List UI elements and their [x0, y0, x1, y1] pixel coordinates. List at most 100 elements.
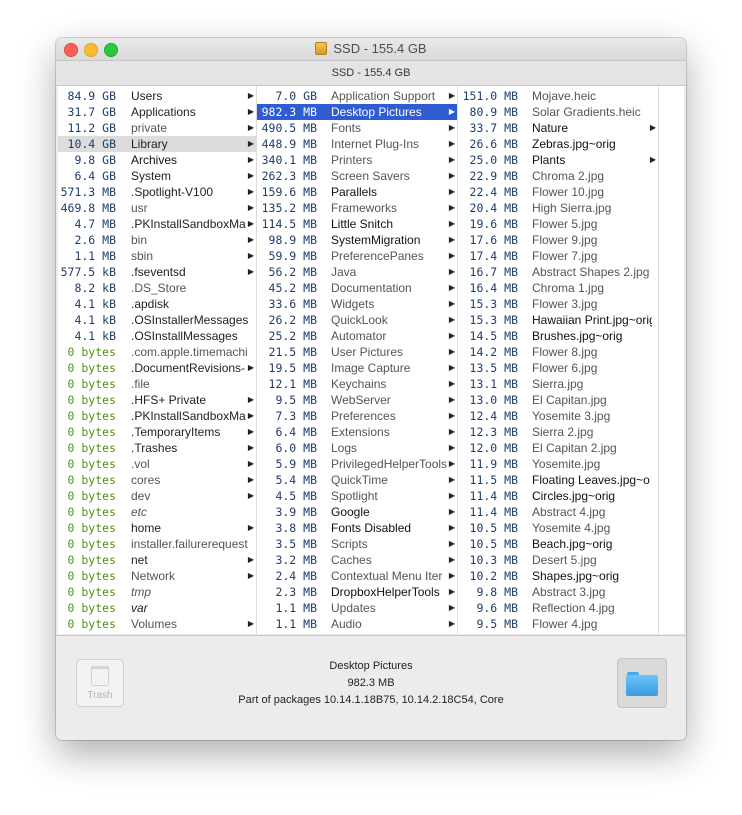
folder-row[interactable]: 0 bytes .PKInstallSandboxMa ▶ — [58, 408, 256, 424]
folder-row[interactable]: 6.4 MB Extensions ▶ — [257, 424, 457, 440]
file-row[interactable]: 8.2 kB .DS_Store — [58, 280, 256, 296]
folder-row[interactable]: 21.5 MB User Pictures ▶ — [257, 344, 457, 360]
folder-row[interactable]: 9.5 MB WebServer ▶ — [257, 392, 457, 408]
folder-row[interactable]: 159.6 MB Parallels ▶ — [257, 184, 457, 200]
folder-row[interactable]: 0 bytes .Trashes ▶ — [58, 440, 256, 456]
folder-row[interactable]: 25.0 MB Plants ▶ — [458, 152, 658, 168]
folder-row[interactable]: 2.6 MB bin ▶ — [58, 232, 256, 248]
file-row[interactable]: 17.6 MB Flower 9.jpg — [458, 232, 658, 248]
file-row[interactable]: 12.4 MB Yosemite 3.jpg — [458, 408, 658, 424]
folder-row[interactable]: 6.0 MB Logs ▶ — [257, 440, 457, 456]
folder-row[interactable]: 84.9 GB Users ▶ — [58, 88, 256, 104]
folder-row[interactable]: 3.9 MB Google ▶ — [257, 504, 457, 520]
file-row[interactable]: 11.9 MB Yosemite.jpg — [458, 456, 658, 472]
folder-row[interactable]: 10.4 GB Library ▶ — [58, 136, 256, 152]
folder-row[interactable]: 12.1 MB Keychains ▶ — [257, 376, 457, 392]
file-row[interactable]: 10.5 MB Yosemite 4.jpg — [458, 520, 658, 536]
folder-row[interactable]: 0 bytes dev ▶ — [58, 488, 256, 504]
folder-row[interactable]: 2.4 MB Contextual Menu Iter ▶ — [257, 568, 457, 584]
file-row[interactable]: 22.4 MB Flower 10.jpg — [458, 184, 658, 200]
folder-row[interactable]: 7.3 MB Preferences ▶ — [257, 408, 457, 424]
folder-row[interactable]: 3.2 MB Caches ▶ — [257, 552, 457, 568]
folder-row[interactable]: 98.9 MB SystemMigration ▶ — [257, 232, 457, 248]
folder-row[interactable]: 33.6 MB Widgets ▶ — [257, 296, 457, 312]
file-row[interactable]: 4.1 kB .OSInstallerMessages — [58, 312, 256, 328]
file-row[interactable]: 9.5 MB Flower 4.jpg — [458, 616, 658, 632]
folder-row[interactable]: 59.9 MB PreferencePanes ▶ — [257, 248, 457, 264]
file-row[interactable]: 12.3 MB Sierra 2.jpg — [458, 424, 658, 440]
folder-row[interactable]: 4.7 MB .PKInstallSandboxMa ▶ — [58, 216, 256, 232]
file-row[interactable]: 4.1 kB .OSInstallMessages — [58, 328, 256, 344]
file-row[interactable]: 151.0 MB Mojave.heic — [458, 88, 658, 104]
file-row[interactable]: 9.6 MB Reflection 4.jpg — [458, 600, 658, 616]
folder-row[interactable]: 0 bytes .TemporaryItems ▶ — [58, 424, 256, 440]
folder-row[interactable]: 1.1 MB Updates ▶ — [257, 600, 457, 616]
folder-row[interactable]: 1.1 MB sbin ▶ — [58, 248, 256, 264]
file-row[interactable]: 13.1 MB Sierra.jpg — [458, 376, 658, 392]
folder-row[interactable]: 56.2 MB Java ▶ — [257, 264, 457, 280]
folder-row[interactable]: 571.3 MB .Spotlight-V100 ▶ — [58, 184, 256, 200]
file-row[interactable]: 19.6 MB Flower 5.jpg — [458, 216, 658, 232]
folder-row[interactable]: 2.3 MB DropboxHelperTools ▶ — [257, 584, 457, 600]
file-row[interactable]: 12.0 MB El Capitan 2.jpg — [458, 440, 658, 456]
file-row[interactable]: 0 bytes tmp — [58, 584, 256, 600]
folder-row[interactable]: 0 bytes net ▶ — [58, 552, 256, 568]
file-row[interactable]: 11.4 MB Abstract 4.jpg — [458, 504, 658, 520]
trash-button[interactable]: Trash — [76, 659, 124, 707]
folder-row[interactable]: 135.2 MB Frameworks ▶ — [257, 200, 457, 216]
file-row[interactable]: 15.3 MB Flower 3.jpg — [458, 296, 658, 312]
file-row[interactable]: 0 bytes installer.failurerequest — [58, 536, 256, 552]
file-row[interactable]: 10.3 MB Desert 5.jpg — [458, 552, 658, 568]
file-row[interactable]: 11.4 MB Circles.jpg~orig — [458, 488, 658, 504]
file-row[interactable]: 4.1 kB .apdisk — [58, 296, 256, 312]
folder-row[interactable]: 0 bytes .vol ▶ — [58, 456, 256, 472]
folder-row[interactable]: 490.5 MB Fonts ▶ — [257, 120, 457, 136]
file-row[interactable]: 13.5 MB Flower 6.jpg — [458, 360, 658, 376]
folder-row[interactable]: 448.9 MB Internet Plug-Ins ▶ — [257, 136, 457, 152]
column-root[interactable]: 84.9 GB Users ▶ 31.7 GB Applications ▶ 11.2 GB… — [58, 86, 257, 634]
file-row[interactable]: 10.2 MB Shapes.jpg~orig — [458, 568, 658, 584]
file-row[interactable]: 20.4 MB High Sierra.jpg — [458, 200, 658, 216]
file-row[interactable]: 80.9 MB Solar Gradients.heic — [458, 104, 658, 120]
folder-row[interactable]: 3.5 MB Scripts ▶ — [257, 536, 457, 552]
folder-row[interactable]: 6.4 GB System ▶ — [58, 168, 256, 184]
folder-row[interactable]: 1.1 MB Audio ▶ — [257, 616, 457, 632]
folder-row[interactable]: 45.2 MB Documentation ▶ — [257, 280, 457, 296]
file-row[interactable]: 10.5 MB Beach.jpg~orig — [458, 536, 658, 552]
folder-row[interactable]: 5.4 MB QuickTime ▶ — [257, 472, 457, 488]
folder-row[interactable]: 0 bytes home ▶ — [58, 520, 256, 536]
folder-row[interactable]: 19.5 MB Image Capture ▶ — [257, 360, 457, 376]
file-row[interactable]: 22.9 MB Chroma 2.jpg — [458, 168, 658, 184]
file-row[interactable]: 13.0 MB El Capitan.jpg — [458, 392, 658, 408]
folder-row[interactable]: 0 bytes .HFS+ Private ▶ — [58, 392, 256, 408]
file-row[interactable]: 26.6 MB Zebras.jpg~orig — [458, 136, 658, 152]
folder-row[interactable]: 11.2 GB private ▶ — [58, 120, 256, 136]
folder-row[interactable]: 262.3 MB Screen Savers ▶ — [257, 168, 457, 184]
folder-row[interactable]: 0 bytes cores ▶ — [58, 472, 256, 488]
file-row[interactable]: 14.5 MB Brushes.jpg~orig — [458, 328, 658, 344]
title-bar[interactable]: SSD - 155.4 GB — [56, 38, 686, 61]
folder-row[interactable]: 982.3 MB Desktop Pictures ▶ — [257, 104, 457, 120]
path-bar[interactable]: SSD - 155.4 GB — [56, 61, 686, 86]
folder-row[interactable]: 577.5 kB .fseventsd ▶ — [58, 264, 256, 280]
file-row[interactable]: 16.7 MB Abstract Shapes 2.jpg — [458, 264, 658, 280]
file-row[interactable]: 9.8 MB Abstract 3.jpg — [458, 584, 658, 600]
folder-row[interactable]: 0 bytes Network ▶ — [58, 568, 256, 584]
folder-row[interactable]: 340.1 MB Printers ▶ — [257, 152, 457, 168]
folder-row[interactable]: 3.8 MB Fonts Disabled ▶ — [257, 520, 457, 536]
file-row[interactable]: 11.5 MB Floating Leaves.jpg~o — [458, 472, 658, 488]
folder-row[interactable]: 0 bytes .DocumentRevisions- ▶ — [58, 360, 256, 376]
file-row[interactable]: 17.4 MB Flower 7.jpg — [458, 248, 658, 264]
file-row[interactable]: 0 bytes .file — [58, 376, 256, 392]
folder-row[interactable]: 7.0 GB Application Support ▶ — [257, 88, 457, 104]
folder-row[interactable]: 26.2 MB QuickLook ▶ — [257, 312, 457, 328]
folder-row[interactable]: 9.8 GB Archives ▶ — [58, 152, 256, 168]
column-desktop-pictures[interactable]: 151.0 MB Mojave.heic 80.9 MB Solar Gradient… — [458, 86, 659, 634]
file-row[interactable]: 16.4 MB Chroma 1.jpg — [458, 280, 658, 296]
column-empty[interactable] — [659, 86, 684, 634]
folder-row[interactable]: 4.5 MB Spotlight ▶ — [257, 488, 457, 504]
column-library[interactable]: 7.0 GB Application Support ▶ 982.3 MB Deskto… — [257, 86, 458, 634]
file-row[interactable]: 0 bytes etc — [58, 504, 256, 520]
folder-row[interactable]: 114.5 MB Little Snitch ▶ — [257, 216, 457, 232]
folder-row[interactable]: 25.2 MB Automator ▶ — [257, 328, 457, 344]
